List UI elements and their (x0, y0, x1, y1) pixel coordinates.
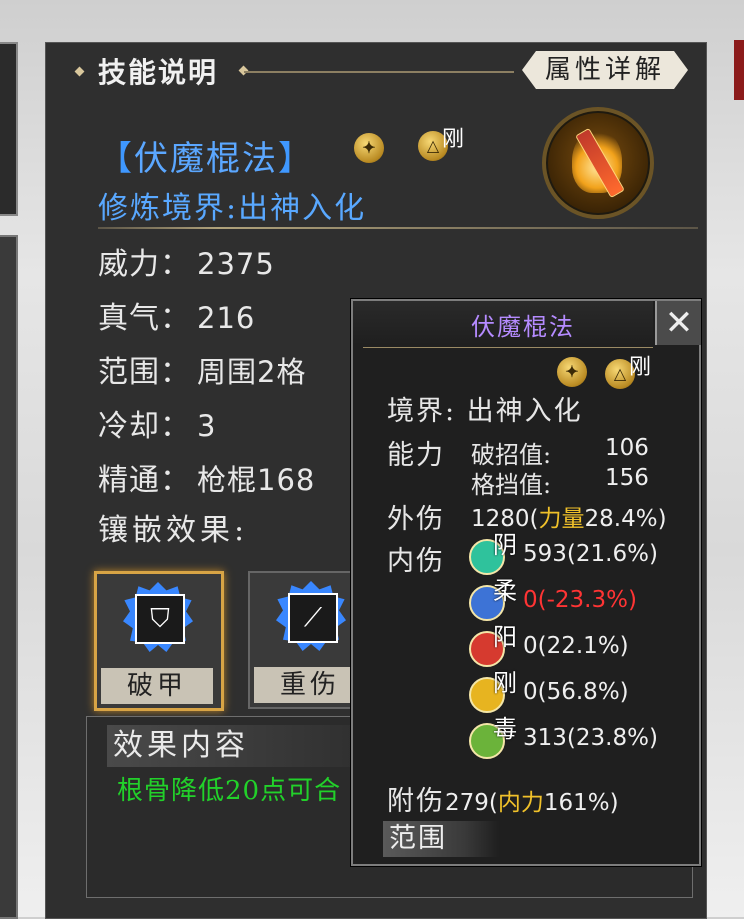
stat-qi: 真气： 216 (98, 301, 256, 336)
section-divider (98, 227, 698, 229)
range-tab[interactable]: 范围 (383, 821, 499, 857)
tooltip-title: 伏魔棍法 (471, 313, 575, 341)
attribute-details-button[interactable]: 属性详解 (522, 51, 688, 89)
attribute-label: 刚 (442, 127, 465, 152)
attribute-label: 刚 (629, 355, 652, 380)
side-panel-edge (0, 42, 18, 216)
diamond-icon (74, 66, 85, 77)
staff-weapon-icon: ✦ (557, 357, 587, 387)
skill-emblem-icon (542, 107, 654, 219)
shield-icon: ⛉ (135, 594, 185, 644)
side-tab-edge (734, 40, 744, 100)
break-value: 106 (605, 435, 649, 461)
extra-damage: 附伤279(内力161%) (387, 786, 619, 817)
tooltip-realm: 境界: 出神入化 (387, 396, 583, 427)
skill-tooltip: 伏魔棍法 ✕ ✦ △ 刚 境界: 出神入化 能力 破招值: 106 格挡值: 1… (351, 299, 701, 866)
skill-name: 【伏魔棍法】 (98, 139, 314, 179)
title-divider (244, 71, 514, 73)
panel-title: 技能说明 (98, 56, 219, 89)
yang-value: 0(22.1%) (523, 633, 629, 659)
side-panel-edge (0, 235, 18, 919)
close-icon[interactable]: ✕ (655, 301, 701, 345)
stat-cooldown: 冷却： 3 (98, 409, 217, 444)
yang-label: 阳 (493, 623, 517, 651)
outer-damage-label: 外伤 (387, 504, 445, 535)
yin-value: 593(21.6%) (523, 541, 658, 567)
cultivation-realm: 修炼境界:出神入化 (98, 191, 367, 226)
tooltip-divider (363, 347, 653, 348)
block-label: 格挡值: (471, 471, 552, 499)
gang-label: 刚 (493, 669, 517, 697)
blade-bleed-icon: ⟋ (288, 593, 338, 643)
effect-description: 根骨降低20点可合 (117, 776, 342, 806)
gang-value: 0(56.8%) (523, 679, 629, 705)
stat-range: 范围： 周围2格 (98, 355, 307, 390)
block-value: 156 (605, 465, 649, 491)
rou-label: 柔 (493, 577, 517, 605)
inner-damage-label: 内伤 (387, 546, 445, 577)
stat-power: 威力： 2375 (98, 247, 275, 282)
yin-label: 阴 (493, 531, 517, 559)
stat-mastery: 精通： 枪棍168 (98, 463, 316, 498)
gem-slot-armor-break[interactable]: ⛉ 破甲 (94, 571, 224, 711)
gem-label: 重伤 (254, 667, 366, 703)
staff-weapon-icon: ✦ (354, 133, 384, 163)
inlay-effects-title: 镶嵌效果: (98, 513, 249, 548)
gem-label: 破甲 (101, 668, 213, 704)
poison-value: 313(23.8%) (523, 725, 658, 751)
poison-label: 毒 (493, 715, 517, 743)
ability-label: 能力 (387, 440, 445, 471)
rou-value: 0(-23.3%) (523, 587, 637, 613)
